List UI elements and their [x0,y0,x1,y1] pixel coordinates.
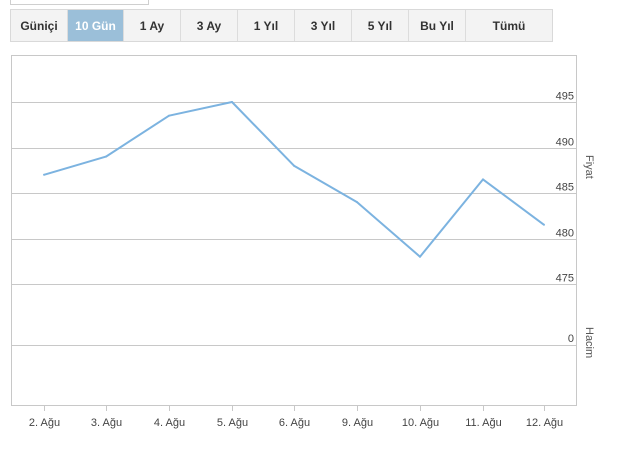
x-tick-label: 3. Ağu [91,417,122,429]
price-point [168,114,170,117]
price-chart: 475 480 485 490 495 0 2. Ağu 3. Ağu 4. Ağu 5. Ağu… [11,55,595,429]
x-tick-label: 2. Ağu [29,417,60,429]
x-tick-label: 6. Ağu [279,417,310,429]
price-point [105,155,107,158]
price-tick-label: 490 [556,137,574,149]
price-tick-label: 480 [556,228,574,240]
plot-border [11,55,577,406]
price-point [43,173,45,176]
price-tick-label: 485 [556,182,574,194]
price-point [356,201,358,204]
x-tick-label: 11. Ağu [465,417,502,429]
x-tick-label: 10. Ağu [402,417,439,429]
x-tick-label: 4. Ağu [154,417,185,429]
price-point [419,255,421,258]
volume-axis-title: Hacim [583,327,595,358]
price-point [293,164,295,167]
x-tick-label: 5. Ağu [217,417,248,429]
x-tick-label: 9. Ağu [342,417,373,429]
price-point [482,178,484,181]
price-tick-label: 475 [556,273,574,285]
price-series-line [43,101,545,258]
price-point [231,101,233,103]
x-tick-label: 12. Ağu [526,417,563,429]
volume-tick-label: 0 [568,333,574,345]
price-axis-title: Fiyat [583,155,595,179]
price-tick-label: 495 [556,91,574,103]
price-point [543,223,545,226]
